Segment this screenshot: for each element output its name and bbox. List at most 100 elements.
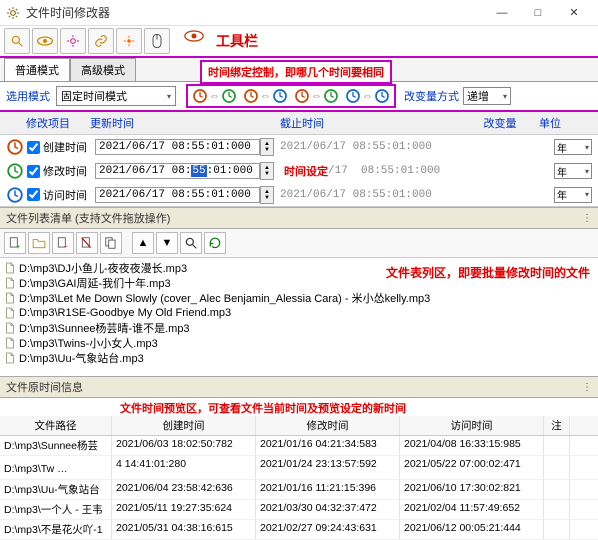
row-create: 创建时间 2021/06/17 08:55:01:000 ▲▼ 2021/06/…	[0, 135, 598, 159]
create-spinner[interactable]: ▲▼	[260, 138, 274, 156]
list-item[interactable]: D:\mp3\R1SE-Goodbye My Old Friend.mp3	[4, 305, 594, 320]
filelist-menu-icon[interactable]: ⋮	[582, 213, 592, 224]
col-delta: 改变量	[470, 115, 530, 131]
list-item[interactable]: D:\mp3\Uu-气象站台.mp3	[4, 350, 594, 365]
create-unit-select[interactable]: 年▾	[554, 139, 592, 155]
access-deadline: 2021/06/17 08:55:01:000	[280, 189, 448, 201]
tab-normal[interactable]: 普通模式	[4, 58, 70, 81]
access-unit-select[interactable]: 年▾	[554, 187, 592, 203]
col-modify[interactable]: 修改时间	[256, 416, 400, 435]
gear-icon[interactable]	[60, 28, 86, 54]
table-row[interactable]: D:\mp3\不是花火吖-12021/05/31 04:38:16:615202…	[0, 520, 598, 540]
col-unit: 单位	[530, 115, 570, 131]
preview-icon[interactable]	[184, 30, 206, 52]
svg-text:−: −	[64, 244, 68, 250]
filelist-header: 文件列表清单 (支持文件拖放操作)⋮	[0, 207, 598, 229]
window-title: 文件时间修改器	[26, 4, 484, 21]
cell-create: 2021/06/03 18:02:50:782	[112, 436, 256, 455]
file-path: D:\mp3\Uu-气象站台.mp3	[19, 350, 144, 366]
add-folder-icon[interactable]	[28, 232, 50, 254]
modify-deadline: /17 08:55:01:000	[328, 165, 436, 177]
copy-icon[interactable]	[100, 232, 122, 254]
col-deadline: 截止时间	[280, 115, 470, 131]
col-item: 修改项目	[6, 115, 90, 131]
table-row[interactable]: D:\mp3\Uu-气象站台2021/06/04 23:58:42:636202…	[0, 480, 598, 500]
modify-datetime-input[interactable]: 2021/06/17 08:55:01:000	[95, 163, 260, 179]
filelist-toolbar: + − ▲ ▼	[0, 229, 598, 258]
modify-unit-select[interactable]: 年▾	[554, 163, 592, 179]
cell-create: 2021/05/11 19:27:35:624	[112, 500, 256, 519]
access-checkbox[interactable]	[27, 188, 40, 201]
svg-text:+: +	[16, 244, 20, 250]
col-note[interactable]: 注	[544, 416, 570, 435]
cell-modify: 2021/03/30 04:32:37:472	[256, 500, 400, 519]
maximize-button[interactable]: □	[520, 0, 556, 26]
bind-pair-1[interactable]: ⇔	[192, 88, 237, 104]
close-button[interactable]: ✕	[556, 0, 592, 26]
cell-create: 2021/06/04 23:58:42:636	[112, 480, 256, 499]
file-path: D:\mp3\Let Me Down Slowly (cover_ Alec B…	[19, 290, 430, 306]
cell-modify: 2021/01/24 23:13:57:592	[256, 456, 400, 479]
mouse-icon[interactable]	[144, 28, 170, 54]
list-item[interactable]: D:\mp3\Twins-小小女人.mp3	[4, 335, 594, 350]
file-icon	[4, 292, 16, 304]
grid-header: 文件路径 创建时间 修改时间 访问时间 注	[0, 416, 598, 436]
file-icon	[4, 262, 16, 274]
change-mode-select[interactable]: 递增▾	[463, 87, 511, 105]
table-row[interactable]: D:\mp3\一个人 - 王韦2021/05/11 19:27:35:62420…	[0, 500, 598, 520]
spark-icon[interactable]	[116, 28, 142, 54]
col-access[interactable]: 访问时间	[400, 416, 544, 435]
col-path[interactable]: 文件路径	[0, 416, 112, 435]
file-list[interactable]: 文件表列区，即要批量修改时间的文件 D:\mp3\DJ小鱼儿-夜夜夜漫长.mp3…	[0, 258, 598, 376]
file-path: D:\mp3\Twins-小小女人.mp3	[19, 335, 158, 351]
clock-green-icon	[6, 162, 24, 180]
list-item[interactable]: D:\mp3\Let Me Down Slowly (cover_ Alec B…	[4, 290, 594, 305]
modify-checkbox[interactable]	[27, 165, 40, 178]
cell-create: 4 14:41:01:280	[112, 456, 256, 479]
add-file-icon[interactable]: +	[4, 232, 26, 254]
col-update: 更新时间	[90, 115, 280, 131]
eye-icon[interactable]	[32, 28, 58, 54]
cell-access: 2021/02/04 11:57:49:652	[400, 500, 544, 519]
table-row[interactable]: D:\mp3\Sunnee杨芸2021/06/03 18:02:50:78220…	[0, 436, 598, 456]
table-row[interactable]: D:\mp3\Tw D:\mp3\Uu-气象站台.mp34 14:41:01:2…	[0, 456, 598, 480]
search-icon[interactable]	[4, 28, 30, 54]
cell-note	[544, 456, 570, 479]
list-item[interactable]: D:\mp3\Sunnee杨芸晴-谁不是.mp3	[4, 320, 594, 335]
toolbar-annotation: 工具栏	[216, 31, 258, 51]
access-spinner[interactable]: ▲▼	[260, 186, 274, 204]
modify-spinner[interactable]: ▲▼	[260, 162, 274, 180]
file-icon	[4, 322, 16, 334]
locate-icon[interactable]	[180, 232, 202, 254]
up-icon[interactable]: ▲	[132, 232, 154, 254]
bind-pair-4[interactable]: ⇔	[345, 88, 390, 104]
path-tooltip: D:\mp3\Uu-气象站台.mp3	[57, 458, 112, 477]
origtime-grid[interactable]: 文件路径 创建时间 修改时间 访问时间 注 D:\mp3\Sunnee杨芸202…	[0, 416, 598, 540]
down-icon[interactable]: ▼	[156, 232, 178, 254]
refresh-icon[interactable]	[204, 232, 226, 254]
remove-file-icon[interactable]: −	[52, 232, 74, 254]
file-icon	[4, 307, 16, 319]
file-path: D:\mp3\DJ小鱼儿-夜夜夜漫长.mp3	[19, 260, 187, 276]
col-create[interactable]: 创建时间	[112, 416, 256, 435]
cell-note	[544, 500, 570, 519]
row-modify: 修改时间 2021/06/17 08:55:01:000 ▲▼ 时间设定 /17…	[0, 159, 598, 183]
time-columns-header: 修改项目 更新时间 截止时间 改变量 单位	[0, 112, 598, 135]
origtime-menu-icon[interactable]: ⋮	[582, 382, 592, 393]
create-checkbox[interactable]	[27, 141, 40, 154]
create-datetime-input[interactable]: 2021/06/17 08:55:01:000	[95, 139, 260, 155]
access-datetime-input[interactable]: 2021/06/17 08:55:01:000	[95, 187, 260, 203]
filelist-annotation: 文件表列区，即要批量修改时间的文件	[386, 264, 590, 281]
bind-pair-3[interactable]: ⇔	[294, 88, 339, 104]
tab-advanced[interactable]: 高级模式	[70, 58, 136, 81]
minimize-button[interactable]: —	[484, 0, 520, 26]
clear-icon[interactable]	[76, 232, 98, 254]
bind-pair-2[interactable]: ⇔	[243, 88, 288, 104]
cell-path: D:\mp3\一个人 - 王韦	[0, 500, 112, 519]
clock-blue-icon	[6, 186, 24, 204]
origtime-annotation: 文件时间预览区，可查看文件当前时间及预览设定的新时间	[0, 398, 598, 416]
chevron-down-icon: ▾	[167, 92, 171, 101]
cell-modify: 2021/02/27 09:24:43:631	[256, 520, 400, 539]
link-icon[interactable]	[88, 28, 114, 54]
mode-select[interactable]: 固定时间模式▾	[56, 86, 176, 106]
